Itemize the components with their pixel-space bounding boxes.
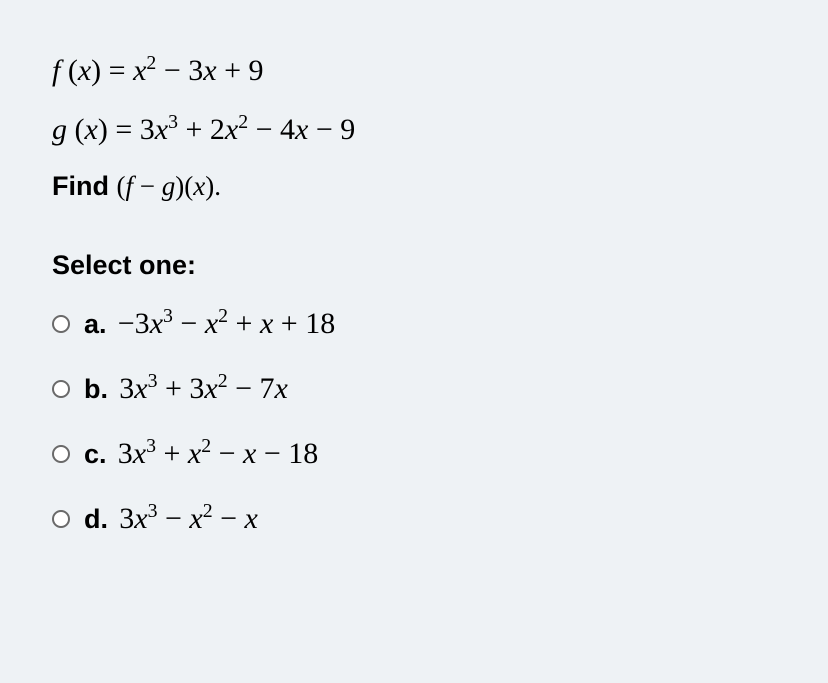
option-a[interactable]: a. −3x3 − x2 + x + 18 — [52, 301, 776, 346]
option-c[interactable]: c. 3x3 + x2 − x − 18 — [52, 431, 776, 476]
radio-icon[interactable] — [52, 315, 70, 333]
radio-icon[interactable] — [52, 445, 70, 463]
g-definition: g (x) = 3x3 + 2x2 − 4x − 9 — [52, 107, 776, 152]
option-math: 3x3 + 3x2 − 7x — [119, 372, 288, 405]
options-group: a. −3x3 − x2 + x + 18 b. 3x3 + 3x2 − 7x … — [52, 301, 776, 541]
find-math: (f − g)(x). — [116, 171, 220, 201]
f-definition: f (x) = x2 − 3x + 9 — [52, 48, 776, 93]
find-prefix: Find — [52, 171, 116, 201]
option-letter: a. — [84, 309, 107, 339]
option-d[interactable]: d. 3x3 − x2 − x — [52, 496, 776, 541]
radio-icon[interactable] — [52, 510, 70, 528]
radio-icon[interactable] — [52, 380, 70, 398]
option-math: −3x3 − x2 + x + 18 — [118, 307, 335, 340]
find-instruction: Find (f − g)(x). — [52, 166, 776, 207]
option-b[interactable]: b. 3x3 + 3x2 − 7x — [52, 366, 776, 411]
option-letter: d. — [84, 504, 108, 534]
select-one-label: Select one: — [52, 245, 776, 286]
option-letter: b. — [84, 374, 108, 404]
option-math: 3x3 − x2 − x — [119, 502, 258, 535]
question-block: f (x) = x2 − 3x + 9 g (x) = 3x3 + 2x2 − … — [52, 48, 776, 541]
option-math: 3x3 + x2 − x − 18 — [118, 437, 319, 470]
option-letter: c. — [84, 439, 107, 469]
